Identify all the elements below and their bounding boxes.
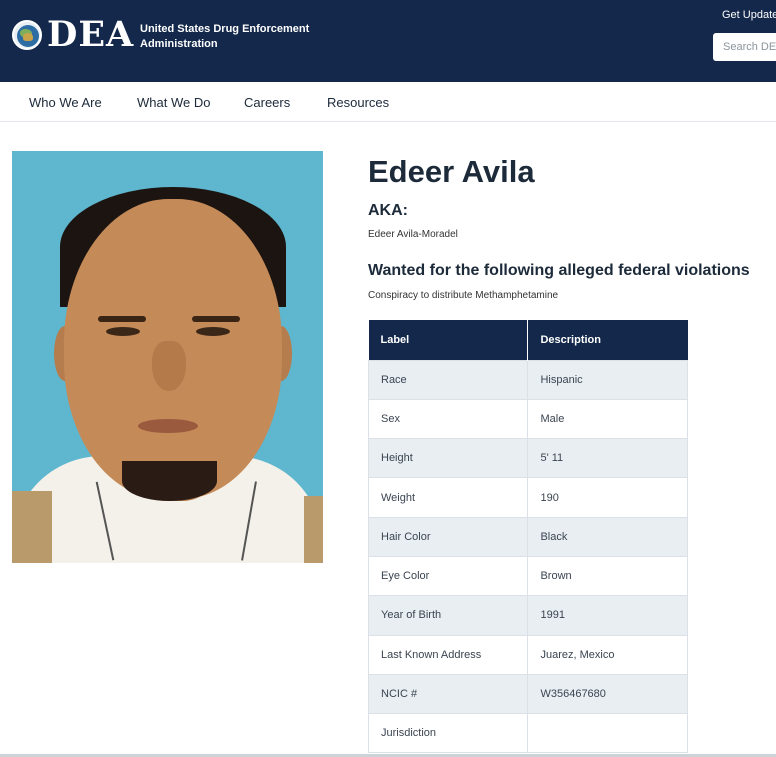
search-input[interactable] <box>713 33 776 61</box>
header-label: Label <box>368 320 529 360</box>
agency-name: United States Drug Enforcement Administr… <box>140 23 310 50</box>
nav-who-we-are[interactable]: Who We Are <box>29 95 102 110</box>
row-value: 190 <box>527 477 688 518</box>
row-label: Sex <box>367 398 529 440</box>
row-value <box>527 713 688 754</box>
fugitive-name: Edeer Avila <box>368 154 535 189</box>
row-value: Male <box>527 398 688 440</box>
row-label: Hair Color <box>367 516 529 557</box>
fugitive-photo <box>12 151 323 563</box>
table-row: Weight 190 <box>367 477 688 518</box>
row-value: 5' 11 <box>527 438 688 479</box>
dea-seal-icon[interactable] <box>12 20 42 50</box>
table-row: Race Hispanic <box>367 359 688 400</box>
header-description: Description <box>527 320 688 360</box>
fugitive-details-table: Label Description Race Hispanic Sex Male… <box>367 320 688 754</box>
table-header-row: Label Description <box>368 320 688 360</box>
row-label: Race <box>367 359 529 400</box>
table-row: Jurisdiction <box>367 713 688 754</box>
table-row: Height 5' 11 <box>367 438 688 479</box>
row-label: Year of Birth <box>367 595 529 636</box>
row-value: Hispanic <box>527 359 688 400</box>
table-row: Eye Color Brown <box>367 555 688 597</box>
row-value: Black <box>527 516 688 557</box>
row-value: 1991 <box>527 595 688 636</box>
table-row: Last Known Address Juarez, Mexico <box>367 634 688 675</box>
dea-logo[interactable]: DEA <box>47 14 134 56</box>
row-value: W356467680 <box>527 673 688 715</box>
aka-value: Edeer Avila-Moradel <box>368 229 458 240</box>
main-nav: Who We Are What We Do Careers Resources <box>0 82 776 122</box>
get-updates-link[interactable]: Get Updates <box>722 9 776 21</box>
row-label: Eye Color <box>367 555 529 597</box>
search-box[interactable] <box>713 33 776 61</box>
row-label: Weight <box>367 477 529 518</box>
row-label: NCIC # <box>367 673 529 715</box>
wanted-heading: Wanted for the following alleged federal… <box>368 262 750 279</box>
row-value: Brown <box>527 555 688 597</box>
violation-text: Conspiracy to distribute Methamphetamine <box>368 290 559 301</box>
table-row: Sex Male <box>367 398 688 440</box>
site-header: DEA United States Drug Enforcement Admin… <box>0 0 776 82</box>
table-row: Hair Color Black <box>367 516 688 557</box>
nav-resources[interactable]: Resources <box>327 95 389 110</box>
nav-what-we-do[interactable]: What We Do <box>137 95 210 110</box>
row-label: Last Known Address <box>367 634 529 675</box>
table-row: Year of Birth 1991 <box>367 595 688 636</box>
row-label: Height <box>367 438 529 479</box>
row-label: Jurisdiction <box>367 713 529 754</box>
aka-label: AKA: <box>368 202 408 219</box>
nav-careers[interactable]: Careers <box>244 95 290 110</box>
row-value: Juarez, Mexico <box>527 634 688 675</box>
table-row: NCIC # W356467680 <box>367 673 688 715</box>
